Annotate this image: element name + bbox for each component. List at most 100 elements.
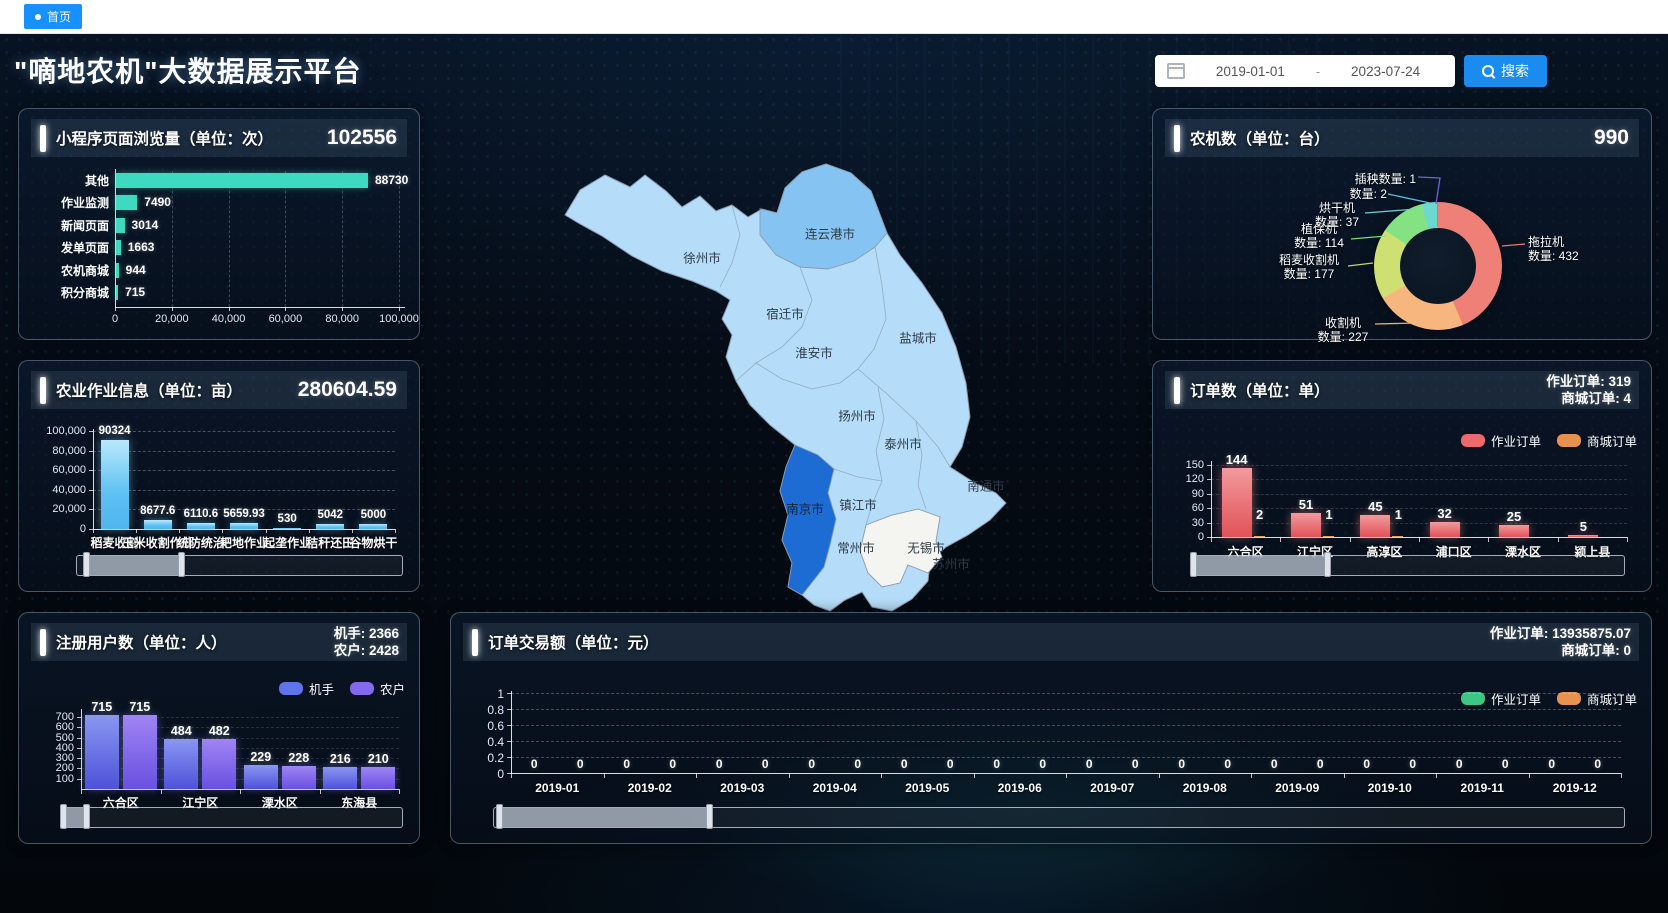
data-zoom-handle-right[interactable]: [706, 804, 713, 829]
title-accent-bar: [40, 377, 46, 404]
axis-tick-mark: [136, 529, 137, 533]
data-zoom-handle-right[interactable]: [83, 804, 90, 829]
legend-item[interactable]: 商城订单: [1557, 689, 1637, 708]
title-accent-bar: [40, 125, 46, 152]
axis-tick-mark: [1627, 537, 1628, 542]
machines-total: 990: [1594, 126, 1629, 150]
axis-tick-mark: [604, 773, 605, 778]
vbar: [273, 528, 301, 530]
month-label: 2019-06: [998, 781, 1042, 795]
axis-tick-mark: [352, 529, 353, 533]
data-zoom-handle-left[interactable]: [60, 804, 67, 829]
y-axis-tick-label: 30: [1165, 517, 1204, 529]
donut-label-line: 稻麦收割机: [1265, 254, 1353, 268]
data-zoom-handle-right[interactable]: [1324, 552, 1331, 577]
panel-machines-title: 农机数（单位：台）: [1190, 127, 1330, 149]
date-start-input[interactable]: 2019-01-01: [1193, 64, 1308, 79]
orders-stat-mall: 商城订单: 4: [1546, 390, 1631, 407]
zero-value-label: 0: [1224, 757, 1231, 771]
chart-legend: 作业订单商城订单: [1461, 689, 1637, 708]
zero-value-label: 0: [1271, 757, 1278, 771]
data-zoom-selection[interactable]: [1194, 556, 1327, 575]
vbar-mall-orders: [1392, 536, 1403, 538]
grid-line: [93, 431, 395, 432]
vbar: [164, 739, 198, 789]
data-zoom-slider[interactable]: [493, 807, 1625, 828]
panel-users: 注册用户数（单位：人） 机手: 2366 农户: 2428 机手农户700600…: [18, 612, 420, 844]
panel-machines-header: 农机数（单位：台） 990: [1165, 119, 1639, 157]
legend-item[interactable]: 作业订单: [1461, 431, 1541, 450]
axis-tick-mark: [1344, 773, 1345, 778]
data-zoom-handle-left[interactable]: [496, 804, 503, 829]
legend-item[interactable]: 作业订单: [1461, 689, 1541, 708]
data-zoom-handle-left[interactable]: [1190, 552, 1197, 577]
legend-label: 商城订单: [1587, 431, 1637, 450]
category-label: 积分商城: [31, 284, 109, 301]
month-label: 2019-11: [1461, 781, 1504, 795]
panel-transactions-header: 订单交易额（单位：元） 作业订单: 13935875.07 商城订单: 0: [463, 623, 1639, 661]
grid-line: [511, 693, 1621, 694]
legend-swatch: [1461, 434, 1485, 447]
axis-tick-mark: [395, 529, 396, 533]
vbar-work-orders: [1360, 515, 1390, 537]
vbar-work-orders: [1568, 535, 1598, 537]
vbar: [323, 767, 357, 789]
bar-value-label: 6110.6: [184, 508, 219, 520]
zero-value-label: 0: [623, 757, 630, 771]
x-axis-tick-label: 0: [90, 313, 140, 325]
data-zoom-handle-right[interactable]: [178, 552, 185, 577]
vbar: [282, 766, 316, 789]
data-zoom-selection[interactable]: [500, 808, 709, 827]
legend-swatch: [350, 682, 374, 695]
data-zoom-slider[interactable]: [1193, 555, 1625, 576]
legend-item[interactable]: 机手: [279, 679, 334, 698]
y-axis-tick-label: 100: [31, 773, 74, 785]
zero-value-label: 0: [716, 757, 723, 771]
grid-line: [511, 757, 1621, 758]
category-label: 统防统治: [177, 534, 225, 551]
x-axis-tick-label: 60,000: [260, 313, 310, 325]
category-label: 秸秆还田: [306, 534, 354, 551]
title-accent-bar: [1174, 125, 1180, 152]
donut-label-line: 数量: 114: [1283, 237, 1355, 251]
bar-value-label: 715: [129, 700, 150, 714]
date-range-picker[interactable]: 2019-01-01 - 2023-07-24: [1155, 55, 1455, 87]
title-accent-bar: [1174, 377, 1180, 404]
legend-item[interactable]: 商城订单: [1557, 431, 1637, 450]
donut-label-line: 数量: 177: [1265, 268, 1353, 282]
vbar-work-orders: [1499, 525, 1529, 537]
axis-tick-mark: [179, 529, 180, 533]
search-button[interactable]: 搜索: [1464, 55, 1547, 87]
hbar: [116, 173, 368, 188]
x-axis-line: [115, 307, 405, 308]
bar-value-label: 229: [250, 750, 271, 764]
donut-label-line: 数量: 432: [1528, 250, 1628, 264]
legend-item[interactable]: 农户: [350, 679, 405, 698]
y-axis-tick-label: 1: [463, 687, 504, 701]
bar-value-label: 3014: [132, 218, 159, 232]
tab-home[interactable]: 首页: [24, 4, 82, 29]
orders-chart: 作业订单商城订单15012090603001442六合区511江宁区451高淳区…: [1165, 419, 1639, 581]
category-label: 农机商城: [31, 262, 109, 279]
data-zoom-selection[interactable]: [87, 556, 181, 575]
data-zoom-handle-left[interactable]: [83, 552, 90, 577]
panel-transactions-title: 订单交易额（单位：元）: [488, 631, 659, 653]
axis-tick-mark: [1350, 537, 1351, 542]
axis-tick-mark: [309, 529, 310, 533]
data-zoom-selection[interactable]: [64, 808, 86, 827]
zero-value-label: 0: [577, 757, 584, 771]
panel-page-views-header: 小程序页面浏览量（单位：次） 102556: [31, 119, 407, 157]
bar-value-label: 5000: [361, 509, 387, 521]
bar-value-label: 715: [125, 285, 145, 299]
zero-value-label: 0: [531, 757, 538, 771]
vbar-work-orders: [1291, 513, 1321, 537]
chart-legend: 作业订单 商城订单: [1461, 431, 1637, 450]
users-stat-nonghu: 农户: 2428: [334, 642, 399, 659]
data-zoom-slider[interactable]: [76, 555, 403, 576]
zero-value-label: 0: [1086, 757, 1093, 771]
bar-value-label: 45: [1368, 499, 1382, 514]
data-zoom-slider[interactable]: [63, 807, 403, 828]
date-end-input[interactable]: 2023-07-24: [1328, 64, 1443, 79]
zero-value-label: 0: [993, 757, 1000, 771]
users-stat-jishou: 机手: 2366: [334, 625, 399, 642]
